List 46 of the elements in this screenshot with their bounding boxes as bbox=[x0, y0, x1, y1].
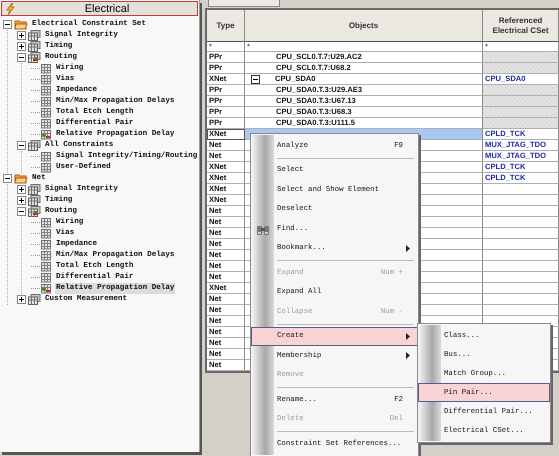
table-icon bbox=[41, 250, 52, 260]
table-icon bbox=[41, 86, 52, 96]
table-stack-icon bbox=[28, 41, 41, 52]
table-icon bbox=[41, 218, 52, 228]
expand-icon[interactable] bbox=[17, 196, 26, 205]
table-stack-icon bbox=[28, 52, 41, 63]
panel-title: Electrical bbox=[84, 2, 130, 14]
table-stack-icon bbox=[28, 30, 41, 41]
table-icon bbox=[41, 96, 52, 106]
document-tab[interactable] bbox=[208, 0, 280, 7]
folder-icon bbox=[14, 19, 28, 30]
collapse-icon[interactable] bbox=[3, 174, 12, 183]
collapse-icon[interactable] bbox=[17, 53, 26, 62]
expand-icon[interactable] bbox=[17, 31, 26, 40]
table-icon bbox=[41, 228, 52, 238]
table-icon bbox=[41, 74, 52, 84]
collapse-icon[interactable] bbox=[251, 74, 260, 84]
table-icon bbox=[41, 108, 52, 118]
folder-icon bbox=[14, 173, 28, 184]
submenu-arrow-icon bbox=[406, 244, 411, 252]
expand-icon[interactable] bbox=[17, 295, 26, 304]
table-icon bbox=[41, 262, 52, 272]
collapse-icon[interactable] bbox=[3, 20, 12, 29]
table-icon bbox=[41, 272, 52, 282]
expand-icon[interactable] bbox=[17, 42, 26, 51]
submenu-arrow-icon bbox=[406, 332, 411, 340]
table-icon bbox=[41, 240, 52, 250]
collapse-icon[interactable] bbox=[17, 141, 26, 150]
table-icon bbox=[41, 130, 52, 140]
lightning-icon bbox=[5, 2, 17, 14]
submenu-arrow-icon bbox=[406, 352, 411, 360]
table-icon bbox=[41, 284, 52, 294]
table-icon bbox=[41, 64, 52, 74]
column-header[interactable]: Objects bbox=[245, 10, 483, 42]
table-stack-icon bbox=[28, 195, 41, 206]
collapse-icon[interactable] bbox=[17, 207, 26, 216]
column-header[interactable]: Referenced Electrical CSet bbox=[483, 10, 559, 42]
table-icon bbox=[41, 118, 52, 128]
table-icon bbox=[41, 162, 52, 172]
column-header[interactable]: Type bbox=[207, 10, 245, 42]
expand-icon[interactable] bbox=[17, 185, 26, 194]
table-stack-icon bbox=[28, 294, 41, 305]
table-stack-icon bbox=[28, 206, 41, 217]
table-stack-icon bbox=[28, 184, 41, 195]
table-icon bbox=[41, 152, 52, 162]
table-stack-icon bbox=[28, 140, 41, 151]
